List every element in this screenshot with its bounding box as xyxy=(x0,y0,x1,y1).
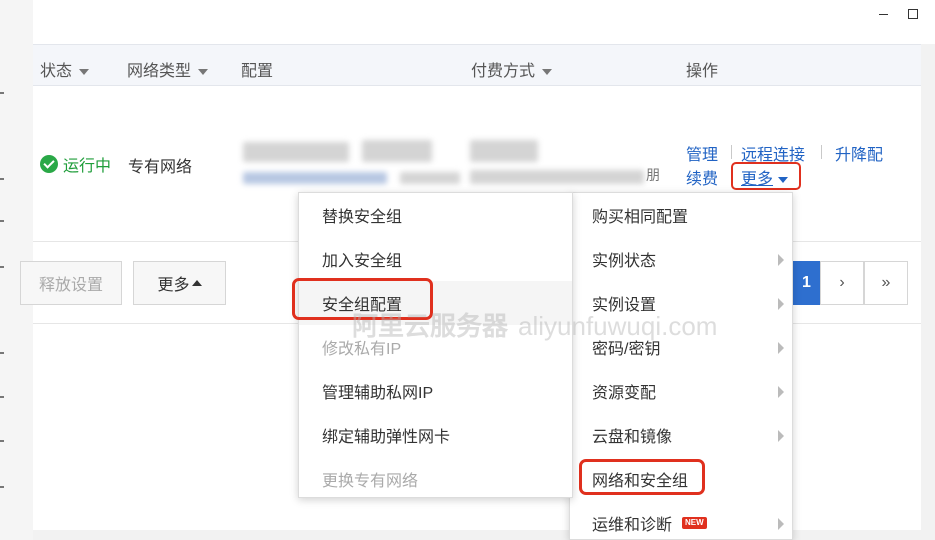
table-header: 状态 网络类型 配置 付费方式 操作 xyxy=(33,44,921,86)
divider xyxy=(821,145,822,159)
chevron-right-icon xyxy=(778,254,784,266)
right-edge xyxy=(921,44,935,540)
chevron-right-icon xyxy=(778,430,784,442)
maximize-icon[interactable] xyxy=(905,6,921,22)
network-type-cell: 专有网络 xyxy=(128,159,193,176)
page-1-button[interactable]: 1 xyxy=(793,261,820,305)
filter-caret-icon[interactable] xyxy=(79,68,90,75)
watermark: 阿里云服务器 aliyunfuwuqi.com xyxy=(352,306,717,343)
edge-tick xyxy=(0,352,4,354)
filter-caret-icon[interactable] xyxy=(198,68,209,75)
edge-tick xyxy=(0,396,4,398)
blurred-config xyxy=(362,140,432,162)
upgrade-link[interactable]: 升降配 xyxy=(835,141,883,165)
menu-item-join-sg[interactable]: 加入安全组 xyxy=(299,237,572,281)
edge-tick xyxy=(0,266,4,268)
menu-item-ops-diagnosis[interactable]: 运维和诊断 NEW xyxy=(570,501,792,540)
header-billing[interactable]: 付费方式 xyxy=(471,57,553,81)
chevron-right-icon xyxy=(778,342,784,354)
menu-item-disk-image[interactable]: 云盘和镜像 xyxy=(570,413,792,457)
network-security-submenu: 替换安全组 加入安全组 安全组配置 修改私有IP 管理辅助私网IP 绑定辅助弹性… xyxy=(298,192,573,498)
minimize-icon[interactable] xyxy=(876,6,892,22)
menu-item-secondary-private-ip[interactable]: 管理辅助私网IP xyxy=(299,369,572,413)
header-network-type[interactable]: 网络类型 xyxy=(127,57,209,81)
edge-tick xyxy=(0,92,4,94)
edge-tick xyxy=(0,220,4,222)
filter-caret-icon[interactable] xyxy=(542,68,553,75)
blurred-billing xyxy=(470,170,644,184)
blurred-config xyxy=(243,142,349,162)
header-config: 配置 xyxy=(241,63,274,80)
watermark-brand: 阿里云服务器 xyxy=(352,311,509,341)
check-circle-icon xyxy=(40,155,58,173)
edge-tick xyxy=(0,486,4,488)
blurred-config-link xyxy=(243,172,387,184)
header-actions: 操作 xyxy=(686,63,719,80)
chevron-down-icon xyxy=(778,176,789,183)
divider xyxy=(731,145,732,159)
window-titlebar xyxy=(0,0,935,44)
network-security-highlight xyxy=(579,459,705,495)
menu-item-bind-eni[interactable]: 绑定辅助弹性网卡 xyxy=(299,413,572,457)
menu-item-buy-same[interactable]: 购买相同配置 xyxy=(570,193,792,237)
edge-tick xyxy=(0,440,4,442)
status-cell: 运行中 xyxy=(40,152,111,176)
renew-link[interactable]: 续费 xyxy=(686,165,718,189)
menu-item-instance-status[interactable]: 实例状态 xyxy=(570,237,792,281)
blurred-billing xyxy=(470,140,538,162)
blurred-config xyxy=(400,172,460,184)
watermark-domain: aliyunfuwuqi.com xyxy=(518,311,718,341)
next-page-button[interactable]: › xyxy=(820,261,864,305)
chevron-up-icon xyxy=(191,280,202,286)
chevron-right-icon xyxy=(778,298,784,310)
more-actions-link[interactable]: 更多 xyxy=(741,165,789,189)
release-settings-button[interactable]: 释放设置 xyxy=(20,261,122,305)
billing-text-tail: 朋 xyxy=(646,167,660,183)
new-badge: NEW xyxy=(682,517,707,529)
menu-item-resize[interactable]: 资源变配 xyxy=(570,369,792,413)
menu-item-change-vpc: 更换专有网络 xyxy=(322,473,419,490)
menu-item-replace-sg[interactable]: 替换安全组 xyxy=(299,193,572,237)
edge-tick xyxy=(0,178,4,180)
header-status[interactable]: 状态 xyxy=(40,57,90,81)
batch-more-button[interactable]: 更多 xyxy=(133,261,226,305)
chevron-right-icon xyxy=(778,518,784,530)
last-page-button[interactable]: » xyxy=(864,261,908,305)
chevron-right-icon xyxy=(778,386,784,398)
manage-link[interactable]: 管理 xyxy=(686,141,718,165)
status-text: 运行中 xyxy=(63,158,112,175)
